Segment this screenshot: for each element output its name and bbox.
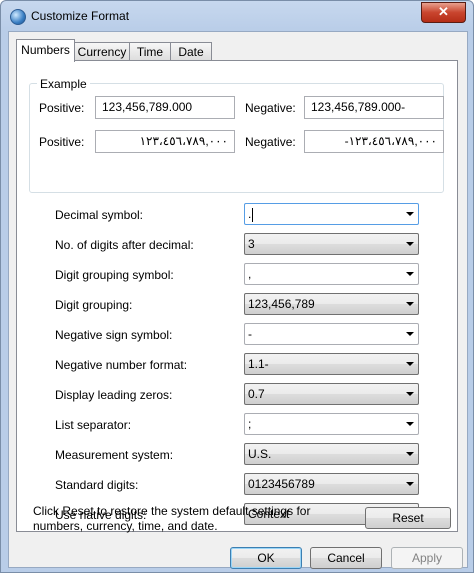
dialog-client-area: Numbers Currency Time Date Example Posit… [8,31,468,569]
standard-digits-label: Standard digits: [55,478,139,492]
positive-label: Positive: [39,101,85,115]
tab-date[interactable]: Date [170,42,212,61]
measurement-system-label: Measurement system: [55,448,174,462]
chevron-down-icon[interactable] [406,272,414,276]
list-separator-value: ; [248,417,252,431]
close-button[interactable]: ✕ [421,2,466,23]
tab-numbers[interactable]: Numbers [16,39,75,62]
negative-example-field[interactable]: 123,456,789.000- [304,96,444,119]
digit-grouping-select[interactable]: 123,456,789 [244,293,419,315]
negative-sign-symbol-value: - [248,327,252,341]
positive-native-example-field[interactable]: ١٢٣،٤٥٦،٧٨٩,٠٠٠ [95,130,235,153]
tab-time[interactable]: Time [129,42,171,61]
negative-sign-symbol-combo[interactable]: - [244,323,419,345]
digits-after-decimal-value: 3 [248,237,255,251]
chevron-down-icon[interactable] [406,242,414,246]
cancel-button[interactable]: Cancel [310,547,382,569]
reset-button[interactable]: Reset [365,507,451,529]
standard-digits-value: 0123456789 [248,477,315,491]
ok-button[interactable]: OK [230,547,302,569]
tab-currency[interactable]: Currency [74,42,130,61]
negative-native-example-field[interactable]: -١٢٣،٤٥٦،٧٨٩,٠٠٠ [304,130,444,153]
decimal-symbol-value: . [248,207,252,221]
list-separator-combo[interactable]: ; [244,413,419,435]
digit-grouping-symbol-value: , [248,267,252,281]
chevron-down-icon[interactable] [406,302,414,306]
positive-native-label: Positive: [39,135,85,149]
measurement-system-value: U.S. [248,447,272,461]
globe-icon [10,9,26,25]
digit-grouping-symbol-combo[interactable]: , [244,263,419,285]
chevron-down-icon[interactable] [406,362,414,366]
customize-format-dialog: Customize Format ✕ Numbers Currency Time… [0,0,474,573]
negative-native-label: Negative: [245,135,296,149]
title-bar[interactable]: Customize Format ✕ [1,1,473,31]
display-leading-zeros-value: 0.7 [248,387,265,401]
measurement-system-select[interactable]: U.S. [244,443,419,465]
negative-number-format-value: 1.1- [248,357,269,371]
negative-sign-symbol-label: Negative sign symbol: [55,328,173,342]
digits-after-decimal-label: No. of digits after decimal: [55,238,194,252]
decimal-symbol-combo[interactable]: . [244,203,419,225]
negative-number-format-select[interactable]: 1.1- [244,353,419,375]
digit-grouping-label: Digit grouping: [55,298,133,312]
numbers-tab-panel: Example Positive: 123,456,789.000 Negati… [16,60,458,532]
negative-label: Negative: [245,101,296,115]
window-title: Customize Format [31,9,130,23]
digit-grouping-value: 123,456,789 [248,297,315,311]
list-separator-label: List separator: [55,418,132,432]
display-leading-zeros-select[interactable]: 0.7 [244,383,419,405]
example-group-label: Example [37,77,90,91]
digits-after-decimal-select[interactable]: 3 [244,233,419,255]
decimal-symbol-label: Decimal symbol: [55,208,144,222]
chevron-down-icon[interactable] [406,452,414,456]
chevron-down-icon[interactable] [406,212,414,216]
standard-digits-select[interactable]: 0123456789 [244,473,419,495]
text-caret [252,207,254,222]
chevron-down-icon[interactable] [406,332,414,336]
display-leading-zeros-label: Display leading zeros: [55,388,173,402]
chevron-down-icon[interactable] [406,422,414,426]
negative-number-format-label: Negative number format: [55,358,188,372]
apply-button[interactable]: Apply [391,547,463,569]
positive-example-field[interactable]: 123,456,789.000 [95,96,235,119]
chevron-down-icon[interactable] [406,482,414,486]
chevron-down-icon[interactable] [406,392,414,396]
digit-grouping-symbol-label: Digit grouping symbol: [55,268,174,282]
reset-instructions: Click Reset to restore the system defaul… [33,504,311,533]
